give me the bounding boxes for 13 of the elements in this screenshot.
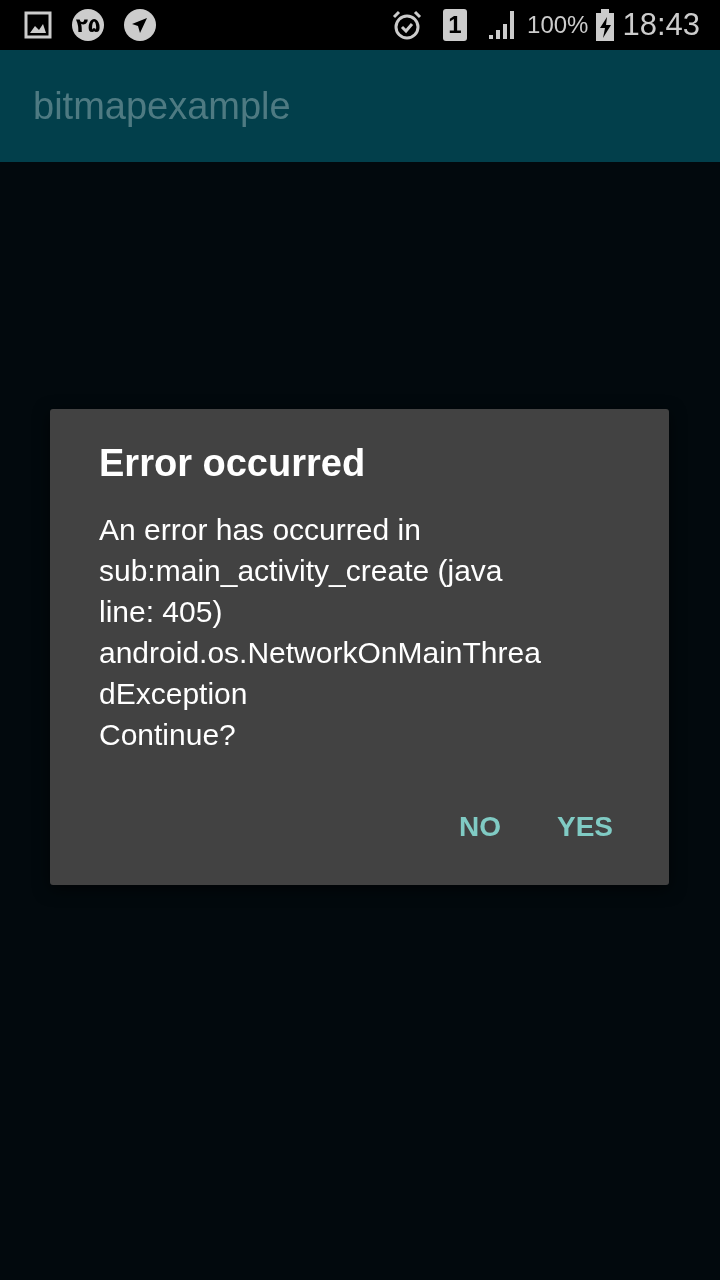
alarm-icon bbox=[391, 9, 424, 41]
dialog-button[interactable]: NO bbox=[442, 799, 517, 855]
notification-badge: ۲۵ bbox=[72, 9, 104, 41]
gallery-icon bbox=[24, 11, 52, 39]
battery-percentage: 100% bbox=[527, 11, 589, 39]
dialog-title: Error occurred bbox=[99, 441, 367, 485]
sim-icon: 1 bbox=[443, 9, 468, 41]
clock: 18:43 bbox=[622, 7, 700, 43]
charging-battery-icon bbox=[596, 9, 615, 41]
dialog-message: An error has occurred in sub:main_activity_create (java line: 405) android.os.NetworkOnMainThrea dException Continue? bbox=[99, 512, 542, 753]
dialog-button[interactable]: YES bbox=[540, 799, 629, 855]
send-icon bbox=[124, 9, 156, 41]
app-title: bitmapexample bbox=[33, 84, 291, 128]
